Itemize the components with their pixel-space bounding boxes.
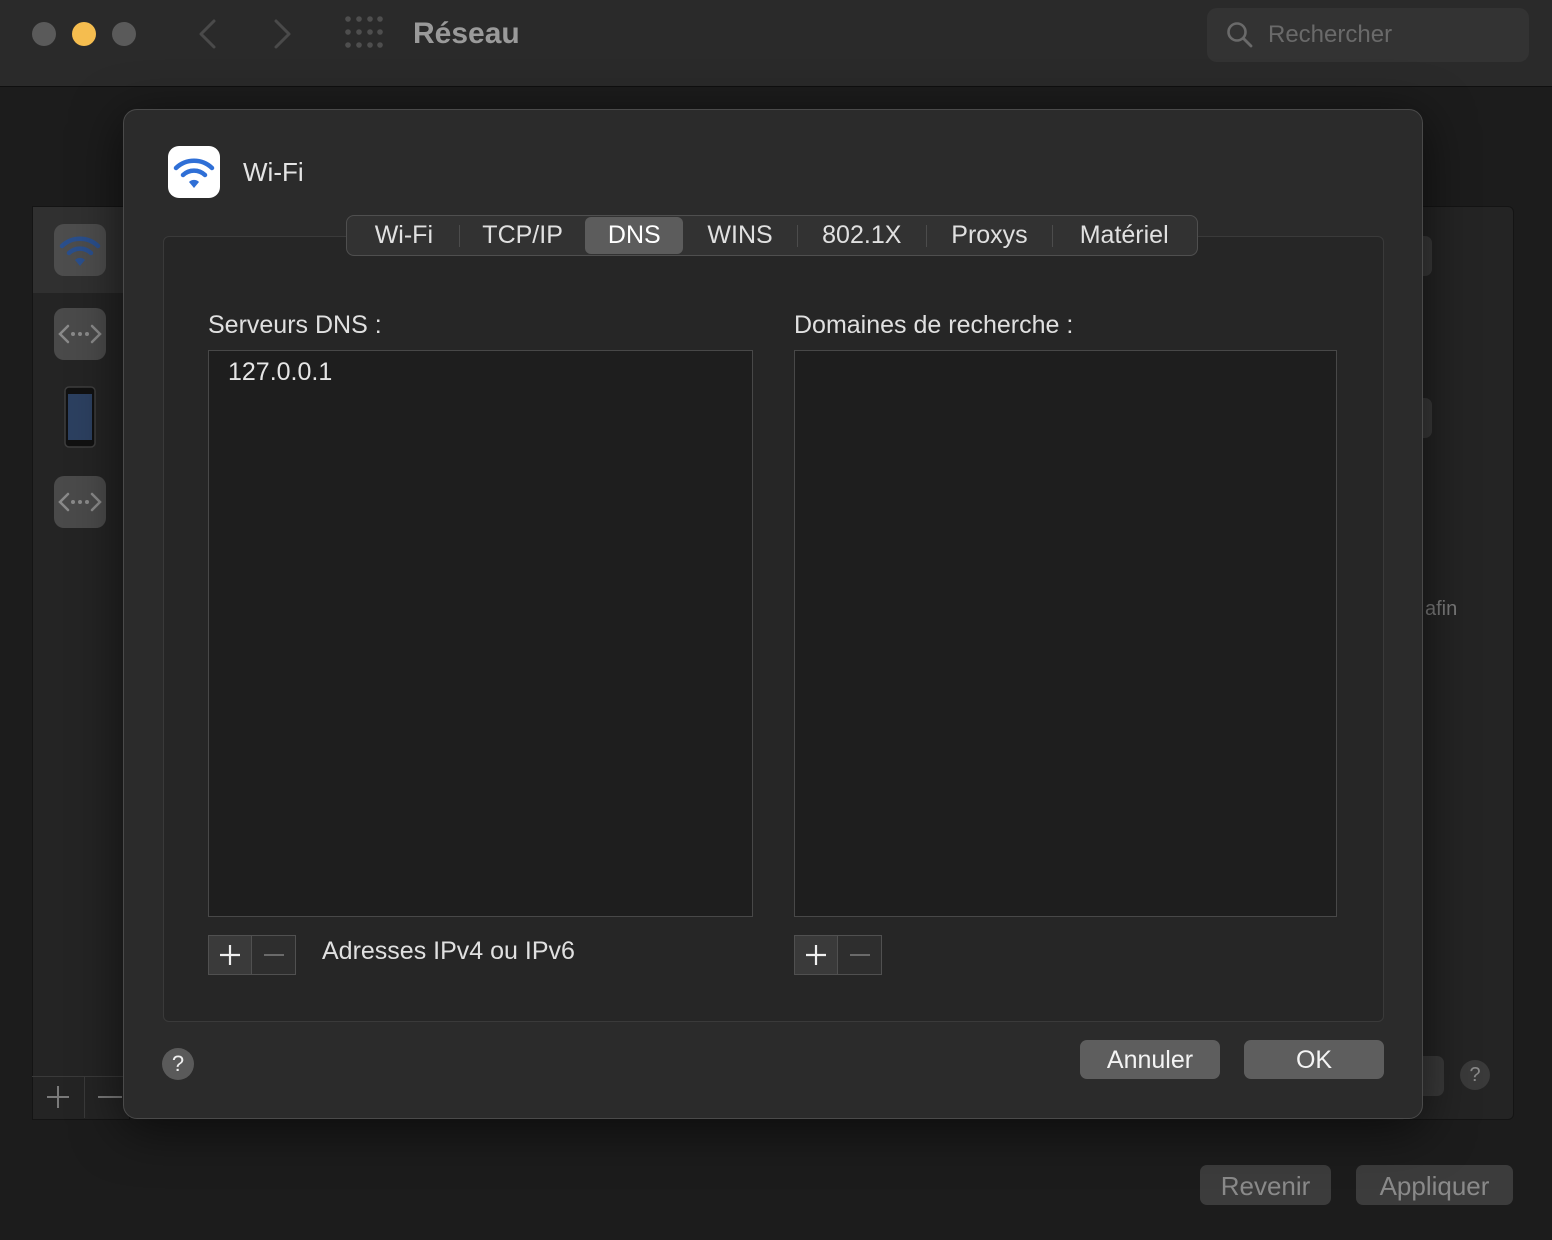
add-dns-server-button[interactable] [208, 935, 252, 975]
cancel-button[interactable]: Annuler [1080, 1040, 1220, 1079]
tab-hardware[interactable]: Matériel [1053, 217, 1195, 254]
sheet-help-button[interactable]: ? [162, 1048, 194, 1080]
search-domains-list[interactable] [794, 350, 1337, 917]
show-all-grid-icon[interactable] [345, 16, 383, 53]
tab-wins[interactable]: WINS [683, 217, 797, 254]
tab-tcpip[interactable]: TCP/IP [460, 217, 586, 254]
tab-8021x[interactable]: 802.1X [798, 217, 926, 254]
add-service-plus-icon[interactable] [44, 1083, 72, 1116]
zoom-window-button[interactable] [112, 22, 136, 46]
remove-search-domain-button[interactable] [838, 935, 882, 975]
dns-servers-list[interactable]: 127.0.0.1 [208, 350, 753, 917]
tab-wifi[interactable]: Wi-Fi [349, 217, 459, 254]
ok-button[interactable]: OK [1244, 1040, 1384, 1079]
minimize-window-button[interactable] [72, 22, 96, 46]
remove-dns-server-button[interactable] [252, 935, 296, 975]
dns-address-hint: Adresses IPv4 ou IPv6 [322, 937, 575, 965]
bridge-icon[interactable] [54, 476, 106, 528]
back-arrow-icon[interactable] [196, 18, 220, 50]
close-window-button[interactable] [32, 22, 56, 46]
dns-servers-plus-minus [208, 935, 297, 975]
remove-service-minus-icon[interactable] [96, 1083, 124, 1116]
dns-servers-label: Serveurs DNS : [208, 311, 382, 339]
tab-bar: Wi-Fi TCP/IP DNS WINS 802.1X Proxys Maté… [346, 215, 1198, 256]
search-placeholder: Rechercher [1268, 21, 1393, 48]
iphone-icon[interactable] [64, 386, 96, 453]
plus-icon [806, 945, 826, 965]
ethernet-icon[interactable] [54, 308, 106, 360]
minus-icon [849, 954, 870, 956]
wifi-service-icon [168, 146, 220, 198]
tab-proxies[interactable]: Proxys [927, 217, 1053, 254]
footer-divider [84, 1076, 85, 1118]
background-partial-text: afin [1425, 598, 1458, 620]
background-help-button[interactable]: ? [1460, 1060, 1490, 1090]
dns-server-entry[interactable]: 127.0.0.1 [228, 355, 332, 389]
minus-icon [263, 954, 284, 956]
tab-dns[interactable]: DNS [585, 217, 684, 254]
wifi-icon [54, 224, 106, 276]
search-domains-plus-minus [794, 935, 883, 975]
revert-button[interactable]: Revenir [1200, 1165, 1331, 1205]
search-domains-label: Domaines de recherche : [794, 311, 1074, 339]
plus-icon [220, 945, 240, 965]
add-search-domain-button[interactable] [794, 935, 838, 975]
search-icon [1226, 21, 1254, 54]
sheet-title: Wi-Fi [243, 157, 304, 187]
window-title: Réseau [413, 17, 520, 50]
apply-button[interactable]: Appliquer [1356, 1165, 1513, 1205]
forward-arrow-icon[interactable] [270, 18, 294, 50]
